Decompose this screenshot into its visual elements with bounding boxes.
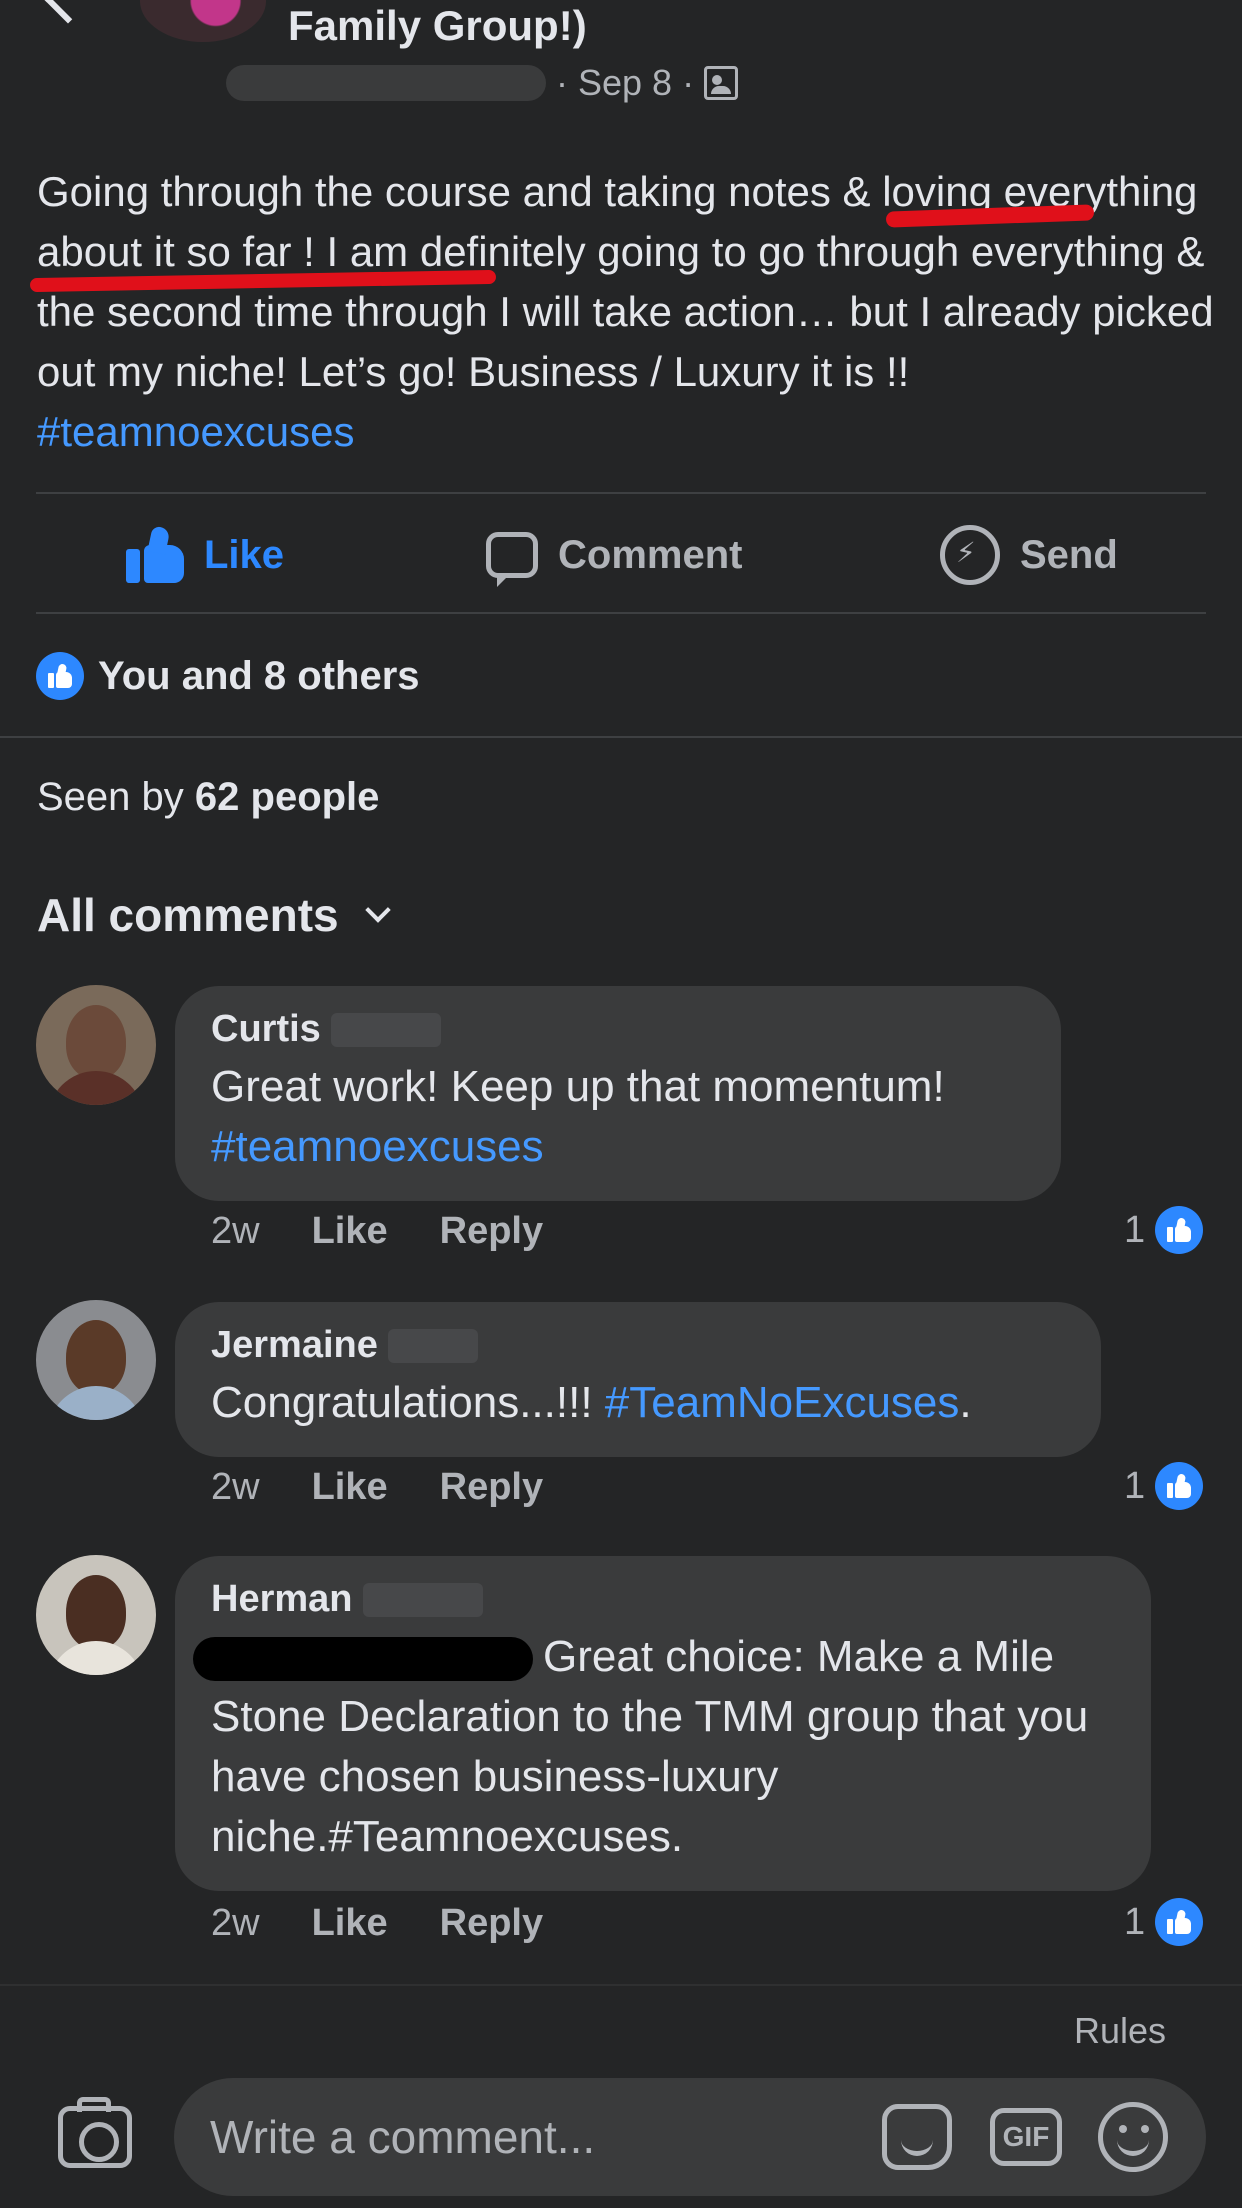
- like-badge-icon: [1155, 1462, 1204, 1510]
- divider: [36, 612, 1206, 614]
- comment-button[interactable]: Comment: [486, 520, 742, 590]
- divider: [0, 736, 1242, 738]
- comment-text: Great work! Keep up that momentum! #team…: [211, 1057, 1025, 1177]
- avatar[interactable]: [36, 1555, 156, 1675]
- meta-separator: ·: [556, 62, 568, 103]
- like-label: Like: [204, 532, 285, 577]
- name-redaction: [330, 1012, 441, 1047]
- post-date[interactable]: Sep 8: [578, 62, 672, 104]
- sticker-icon[interactable]: [882, 2104, 952, 2170]
- seen-by[interactable]: Seen by 62 people: [37, 775, 379, 820]
- back-chevron-icon[interactable]: [42, 0, 94, 24]
- name-redaction: [362, 1582, 483, 1617]
- comment-label: Comment: [558, 532, 743, 577]
- emoji-icon[interactable]: [1098, 2102, 1168, 2172]
- comment-time: 2w: [211, 1210, 260, 1252]
- comment-text-body: Great work! Keep up that momentum!: [211, 1062, 945, 1111]
- comment-icon: [486, 532, 538, 587]
- comment-reply-button[interactable]: Reply: [440, 1902, 543, 1945]
- author-name-redaction: [226, 65, 546, 101]
- group-title[interactable]: Family Group!): [288, 2, 587, 50]
- comment-reply-button[interactable]: Reply: [440, 1210, 543, 1253]
- comment-time: 2w: [211, 1466, 260, 1508]
- seen-count: 62 people: [194, 775, 380, 819]
- name-redaction: [387, 1328, 478, 1363]
- post-meta: · Sep 8 ·: [226, 62, 739, 104]
- avatar[interactable]: [36, 985, 156, 1105]
- reactions-text: You and 8 others: [98, 653, 420, 698]
- commenter-name[interactable]: Herman: [211, 1578, 353, 1621]
- comment-text: Great choice: Make a Mile Stone Declarat…: [193, 1627, 1115, 1867]
- comment-filter-dropdown[interactable]: All comments: [37, 888, 391, 942]
- send-label: Send: [1020, 532, 1118, 577]
- comment-reply-button[interactable]: Reply: [440, 1466, 543, 1509]
- like-count: 1: [1124, 1208, 1146, 1251]
- like-icon: [126, 525, 184, 583]
- like-count: 1: [1124, 1464, 1146, 1507]
- rules-link[interactable]: Rules: [1074, 2010, 1166, 2052]
- divider: [36, 492, 1206, 494]
- send-button[interactable]: Send: [940, 520, 1118, 590]
- comment-meta: 2w Like Reply: [211, 1902, 543, 1945]
- post-hashtag[interactable]: #teamnoexcuses: [37, 408, 355, 455]
- comment-text-body: Congratulations...!!!: [211, 1378, 593, 1427]
- comment-like-button[interactable]: Like: [312, 1466, 388, 1509]
- camera-icon[interactable]: [58, 2097, 132, 2168]
- comment-like-button[interactable]: Like: [312, 1902, 388, 1945]
- privacy-icon: [704, 66, 739, 100]
- comment-hashtag[interactable]: #TeamNoExcuses: [605, 1378, 960, 1427]
- meta-separator: ·: [682, 62, 695, 103]
- author-avatar[interactable]: [140, 0, 266, 42]
- comment-bubble[interactable]: Jermaine Congratulations...!!! #TeamNoEx…: [175, 1302, 1101, 1457]
- gif-icon[interactable]: GIF: [990, 2108, 1062, 2166]
- like-badge-icon: [36, 652, 84, 700]
- like-button[interactable]: Like: [126, 520, 284, 590]
- comment-hashtag[interactable]: #teamnoexcuses: [211, 1122, 544, 1171]
- comment-bubble[interactable]: Herman Great choice: Make a Mile Stone D…: [175, 1556, 1151, 1891]
- mention-redaction: [193, 1637, 533, 1682]
- comment-bubble[interactable]: Curtis Great work! Keep up that momentum…: [175, 986, 1061, 1201]
- like-badge-icon: [1155, 1898, 1204, 1946]
- messenger-icon: [940, 525, 1000, 585]
- comment-like-button[interactable]: Like: [312, 1210, 388, 1253]
- comment-trailing: .: [959, 1378, 972, 1427]
- comment-filter-label: All comments: [37, 889, 339, 941]
- comment-like-count[interactable]: 1: [1124, 1898, 1204, 1946]
- like-badge-icon: [1155, 1206, 1204, 1254]
- comment-text: Congratulations...!!! #TeamNoExcuses.: [211, 1373, 1065, 1433]
- comment-time: 2w: [211, 1902, 260, 1944]
- reactions-summary[interactable]: You and 8 others: [36, 652, 420, 700]
- comment-like-count[interactable]: 1: [1124, 1462, 1204, 1510]
- comment-meta: 2w Like Reply: [211, 1210, 543, 1253]
- avatar[interactable]: [36, 1300, 156, 1420]
- like-count: 1: [1124, 1900, 1146, 1943]
- commenter-name[interactable]: Curtis: [211, 1008, 321, 1051]
- seen-prefix: Seen by: [37, 775, 184, 819]
- comment-meta: 2w Like Reply: [211, 1466, 543, 1509]
- comment-like-count[interactable]: 1: [1124, 1206, 1204, 1254]
- chevron-down-icon: [364, 897, 391, 923]
- commenter-name[interactable]: Jermaine: [211, 1324, 378, 1367]
